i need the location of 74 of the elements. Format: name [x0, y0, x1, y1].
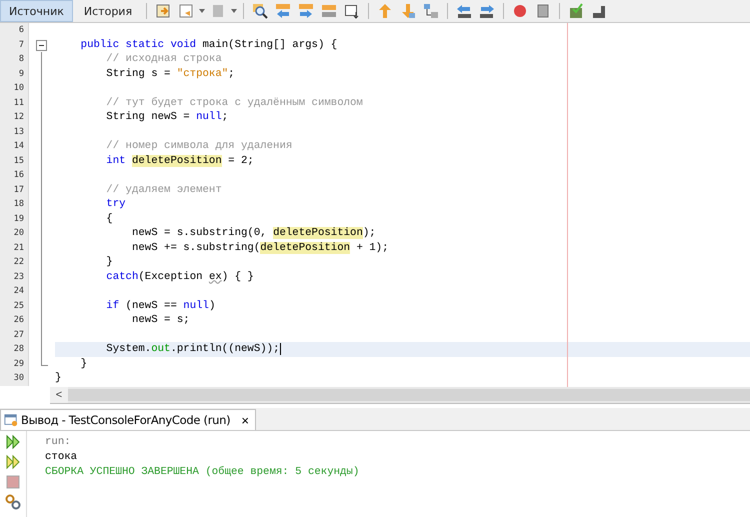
console-line: стока	[45, 450, 78, 465]
editor-tab[interactable]: Источник	[0, 0, 73, 22]
code-line: newS = s.substring(0, deletePosition);	[130, 226, 376, 240]
code-line: }	[55, 371, 62, 386]
code-line: // удаляем элемент	[105, 182, 222, 197]
tree-icon[interactable]	[423, 3, 440, 19]
line-number: 30	[0, 371, 28, 386]
console-line: run:	[45, 435, 72, 450]
line-number: 18	[0, 197, 28, 212]
code-line: newS = s;	[130, 313, 190, 328]
code-line: {	[105, 212, 113, 226]
rerun-icon[interactable]	[5, 434, 21, 450]
line-number: 6	[0, 23, 28, 38]
scroll-left-button[interactable]: <	[50, 387, 68, 403]
rerun-icon[interactable]	[5, 454, 21, 470]
line-number: 11	[0, 96, 28, 110]
code-line: System.out.println((newS));	[105, 342, 280, 356]
line-number: 28	[0, 342, 28, 356]
line-number: 9	[0, 66, 28, 81]
line-number: 17	[0, 182, 28, 197]
dropdown-icon[interactable]	[199, 9, 206, 13]
line-number: 24	[0, 284, 28, 298]
code-line: // тут будет строка с удалённым символом	[105, 96, 363, 110]
rectangles-icon[interactable]	[321, 3, 338, 19]
search-icon[interactable]	[252, 3, 268, 19]
line-number: 8	[0, 52, 28, 66]
shift-left-icon[interactable]	[456, 3, 472, 19]
line-number: 25	[0, 298, 28, 313]
line-number: 20	[0, 226, 28, 240]
fold-collapse-icon[interactable]	[36, 40, 47, 50]
stop-icon[interactable]	[535, 3, 552, 19]
record-icon[interactable]	[512, 3, 528, 19]
code-line: // исходная строка	[105, 52, 222, 66]
line-number: 7	[0, 38, 28, 52]
output-tab-title: Вывод - TestConsoleForAnyCode (run)	[21, 413, 230, 427]
code-line: // номер символа для удаления	[105, 139, 292, 154]
line-number: 29	[0, 356, 28, 371]
code-line: newS += s.substring(deletePosition + 1);	[130, 240, 389, 255]
code-line: try	[105, 197, 126, 212]
window-icon	[4, 413, 18, 427]
down-arrow-icon[interactable]	[400, 3, 416, 19]
document-icon[interactable]	[178, 3, 194, 19]
horizontal-scrollbar[interactable]: <	[50, 387, 750, 404]
line-number: 26	[0, 313, 28, 328]
stop-icon[interactable]	[5, 474, 21, 490]
line-number: 16	[0, 168, 28, 182]
check-document-icon[interactable]	[568, 3, 584, 19]
line-number: 10	[0, 81, 28, 96]
output-tab[interactable]: Вывод - TestConsoleForAnyCode (run) ×	[0, 409, 256, 430]
line-number: 21	[0, 240, 28, 255]
code-line: if (newS == null)	[105, 298, 216, 313]
line-number: 22	[0, 255, 28, 270]
line-number: 12	[0, 110, 28, 124]
code-line: int deletePosition = 2;	[105, 154, 254, 168]
code-line: catch(Exception ex) { }	[105, 270, 254, 284]
shift-right-icon[interactable]	[479, 3, 496, 19]
close-button[interactable]: ×	[233, 412, 249, 428]
line-number: 13	[0, 124, 28, 139]
editor-tab[interactable]: История	[76, 0, 140, 22]
line-number: 19	[0, 212, 28, 226]
next-arrow-icon[interactable]	[298, 3, 314, 19]
code-line: String s = "строка";	[105, 66, 235, 81]
previous-arrow-icon[interactable]	[275, 3, 292, 19]
console-line: СБОРКА УСПЕШНО ЗАВЕРШЕНА (общее время: 5 секунды)	[45, 465, 360, 480]
code-line: String newS = null;	[105, 110, 228, 124]
line-number: 14	[0, 139, 28, 154]
code-line: }	[105, 255, 113, 270]
line-number: 27	[0, 328, 28, 342]
selection-icon[interactable]	[344, 3, 360, 19]
line-number: 23	[0, 270, 28, 284]
line-number: 15	[0, 154, 28, 168]
code-line: public static void main(String[] args) {	[80, 38, 338, 52]
dropdown-icon[interactable]	[231, 9, 238, 13]
code-line: }	[80, 356, 88, 371]
